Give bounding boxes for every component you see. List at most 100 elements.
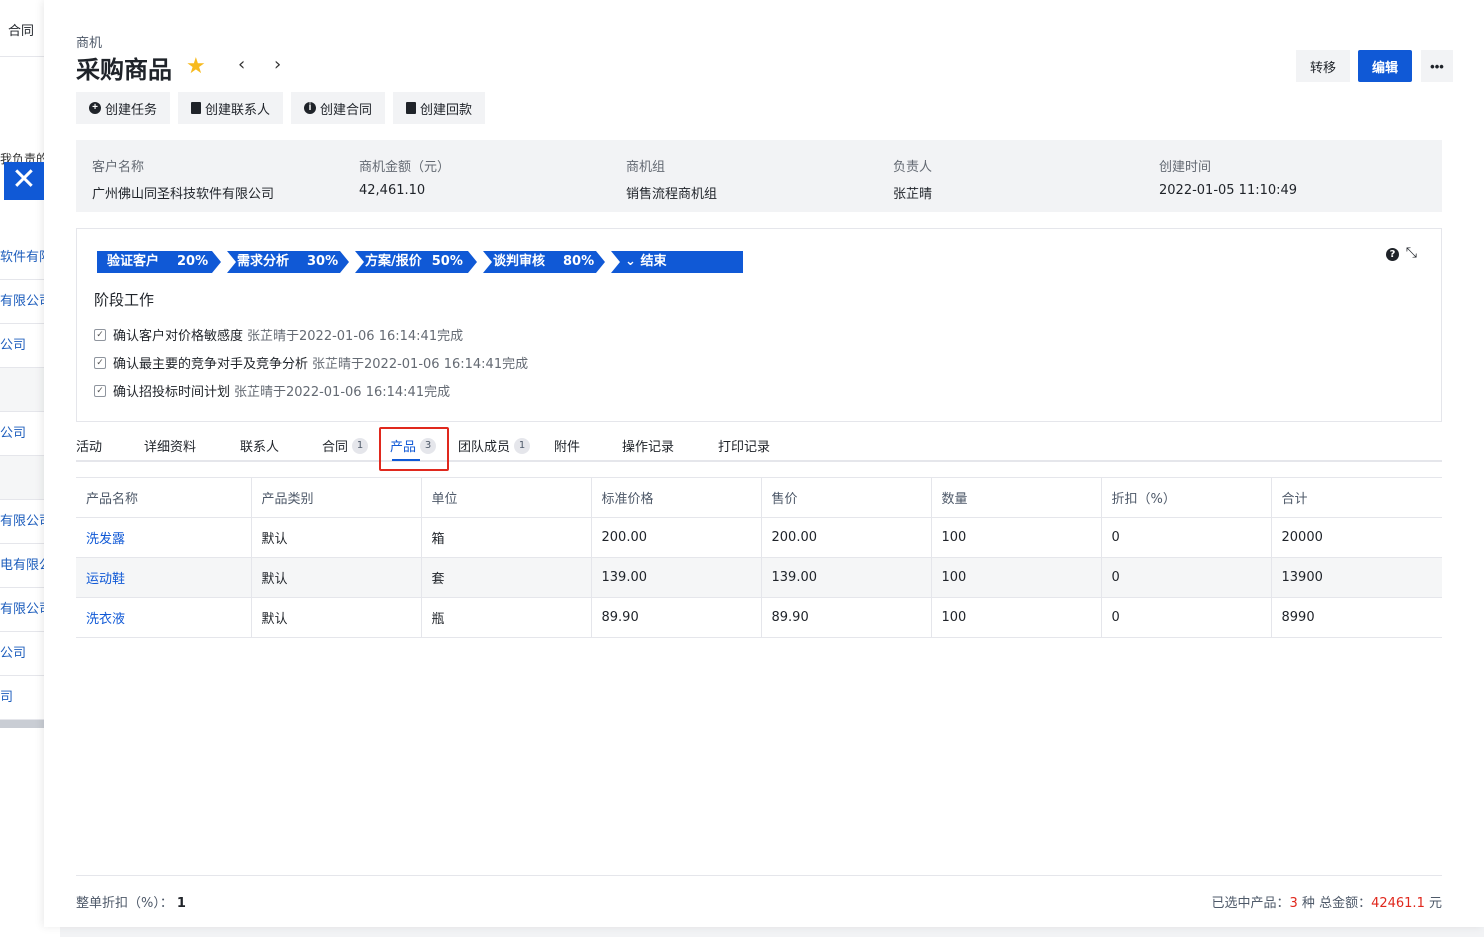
task-checkbox[interactable]: ✓ (94, 356, 106, 369)
next-record-chevron-right-icon[interactable]: › (274, 54, 281, 75)
tab-attachments[interactable]: 附件 (554, 436, 580, 455)
tab-badge: 1 (352, 437, 369, 454)
table-header-row: 产品名称 产品类别 单位 标准价格 售价 数量 折扣（%） 合计 (76, 477, 1442, 518)
tab-badge: 3 (420, 437, 437, 454)
total-label: 总金额： (1319, 896, 1372, 911)
info-created-time: 创建时间 2022-01-05 11:10:49 (1159, 156, 1297, 198)
transfer-button[interactable]: 转移 (1296, 50, 1350, 82)
tab-contracts[interactable]: 合同 1 (322, 436, 369, 455)
info-circle-icon: i (304, 102, 317, 114)
table-cell: 20000 (1271, 517, 1442, 558)
product-link[interactable]: 洗发露 (86, 532, 125, 547)
task-name: 确认招投标时间计划 (113, 385, 231, 400)
table-cell: 箱 (421, 517, 592, 558)
clipboard-icon (191, 102, 202, 114)
table-cell: 0 (1101, 597, 1272, 638)
table-cell: 8990 (1271, 597, 1442, 638)
stage-progress-card: 验证客户 20% 需求分析 30% 方案/报价 50% 谈判审核 80% ⌄ 结束 ? … (76, 228, 1442, 422)
collapse-icon[interactable]: ⤡ (1406, 245, 1417, 261)
create-contract-label: 创建合同 (320, 101, 373, 117)
table-cell: 200.00 (591, 517, 762, 558)
selected-label: 已选中产品： (1211, 896, 1290, 911)
product-link[interactable]: 运动鞋 (86, 572, 125, 587)
quick-actions: + 创建任务 创建联系人 i 创建合同 创建回款 (76, 92, 486, 124)
discount-label: 整单折扣（%）： (76, 896, 173, 911)
stage-step[interactable]: 需求分析 30% (227, 251, 349, 273)
selected-count: 3 (1289, 896, 1298, 911)
stage-step[interactable]: 验证客户 20% (97, 251, 221, 273)
tab-label: 操作记录 (622, 440, 675, 455)
table-row[interactable]: 洗衣液 默认 瓶 89.90 89.90 100 0 8990 (76, 597, 1442, 638)
edit-button[interactable]: 编辑 (1358, 50, 1412, 82)
tab-operation-log[interactable]: 操作记录 (622, 436, 674, 455)
create-contract-button[interactable]: i 创建合同 (291, 92, 386, 124)
total-unit: 元 (1428, 896, 1442, 911)
selection-summary: 已选中产品：3 种 总金额：42461.1 元 (1211, 892, 1442, 911)
column-header[interactable]: 产品类别 (251, 477, 422, 518)
stage-name: 谈判审核 (493, 254, 546, 269)
stage-step[interactable]: 方案/报价 50% (355, 251, 477, 273)
info-owner: 负责人 张芷晴 (893, 156, 932, 202)
clipboard-icon (406, 102, 417, 114)
create-contact-button[interactable]: 创建联系人 (178, 92, 284, 124)
stage-step[interactable]: 谈判审核 80% (483, 251, 605, 273)
create-payment-label: 创建回款 (420, 101, 473, 117)
column-header[interactable]: 合计 (1271, 477, 1442, 518)
tab-activity[interactable]: 活动 (76, 436, 102, 455)
task-name: 确认客户对价格敏感度 (113, 329, 244, 344)
stage-task: ✓ 确认最主要的竞争对手及竞争分析 张芷晴于2022-01-06 16:14:4… (94, 353, 528, 372)
tab-label: 附件 (554, 440, 581, 455)
column-header[interactable]: 折扣（%） (1101, 477, 1272, 518)
table-cell: 套 (421, 557, 592, 598)
stage-step[interactable]: ⌄ 结束 (611, 251, 743, 273)
tab-label: 联系人 (240, 440, 280, 455)
product-link[interactable]: 洗衣液 (86, 612, 125, 627)
divider (76, 875, 1442, 876)
task-meta: 张芷晴于2022-01-06 16:14:41完成 (312, 357, 529, 372)
stage-name: 验证客户 (107, 254, 160, 269)
stage-percent: 30% (307, 254, 339, 269)
table-row[interactable]: 洗发露 默认 箱 200.00 200.00 100 0 20000 (76, 517, 1442, 558)
column-header[interactable]: 售价 (761, 477, 932, 518)
tab-contacts[interactable]: 联系人 (240, 436, 279, 455)
close-drawer-button[interactable]: ✕ (4, 162, 44, 200)
table-row[interactable]: 运动鞋 默认 套 139.00 139.00 100 0 13900 (76, 557, 1442, 598)
task-checkbox[interactable]: ✓ (94, 328, 106, 341)
column-header[interactable]: 标准价格 (591, 477, 762, 518)
background-tab-contract[interactable]: 合同 (8, 20, 34, 39)
table-cell: 洗衣液 (76, 597, 252, 638)
create-payment-button[interactable]: 创建回款 (393, 92, 486, 124)
info-value: 销售流程商机组 (626, 187, 718, 202)
prev-record-chevron-left-icon[interactable]: ‹ (238, 54, 245, 75)
create-contact-label: 创建联系人 (205, 101, 271, 117)
table-cell: 运动鞋 (76, 557, 252, 598)
column-header[interactable]: 产品名称 (76, 477, 252, 518)
tab-label: 活动 (76, 440, 103, 455)
table-cell: 洗发露 (76, 517, 252, 558)
tab-team-members[interactable]: 团队成员 1 (458, 436, 531, 455)
chevron-down-icon: ⌄ (625, 254, 636, 269)
selected-unit: 种 (1301, 896, 1315, 911)
stage-percent: 50% (431, 254, 463, 269)
table-cell: 89.90 (591, 597, 762, 638)
info-label: 商机组 (626, 160, 666, 175)
table-cell: 100 (931, 597, 1102, 638)
more-actions-button[interactable]: ••• (1421, 50, 1453, 82)
create-task-button[interactable]: + 创建任务 (76, 92, 171, 124)
favorite-star-icon[interactable]: ★ (186, 54, 206, 79)
stage-name: 需求分析 (237, 254, 290, 269)
help-icon[interactable]: ? (1386, 248, 1399, 261)
task-checkbox[interactable]: ✓ (94, 384, 106, 397)
info-amount: 商机金额（元） 42,461.10 (359, 156, 450, 198)
stage-task: ✓ 确认招投标时间计划 张芷晴于2022-01-06 16:14:41完成 (94, 381, 450, 400)
breadcrumb: 商机 (76, 36, 103, 51)
tab-print-log[interactable]: 打印记录 (718, 436, 770, 455)
table-cell: 139.00 (591, 557, 762, 598)
table-cell: 13900 (1271, 557, 1442, 598)
tab-details[interactable]: 详细资料 (144, 436, 196, 455)
tab-products[interactable]: 产品 3 (390, 436, 437, 455)
column-header[interactable]: 单位 (421, 477, 592, 518)
column-header[interactable]: 数量 (931, 477, 1102, 518)
table-cell: 默认 (251, 517, 422, 558)
task-meta: 张芷晴于2022-01-06 16:14:41完成 (234, 385, 451, 400)
